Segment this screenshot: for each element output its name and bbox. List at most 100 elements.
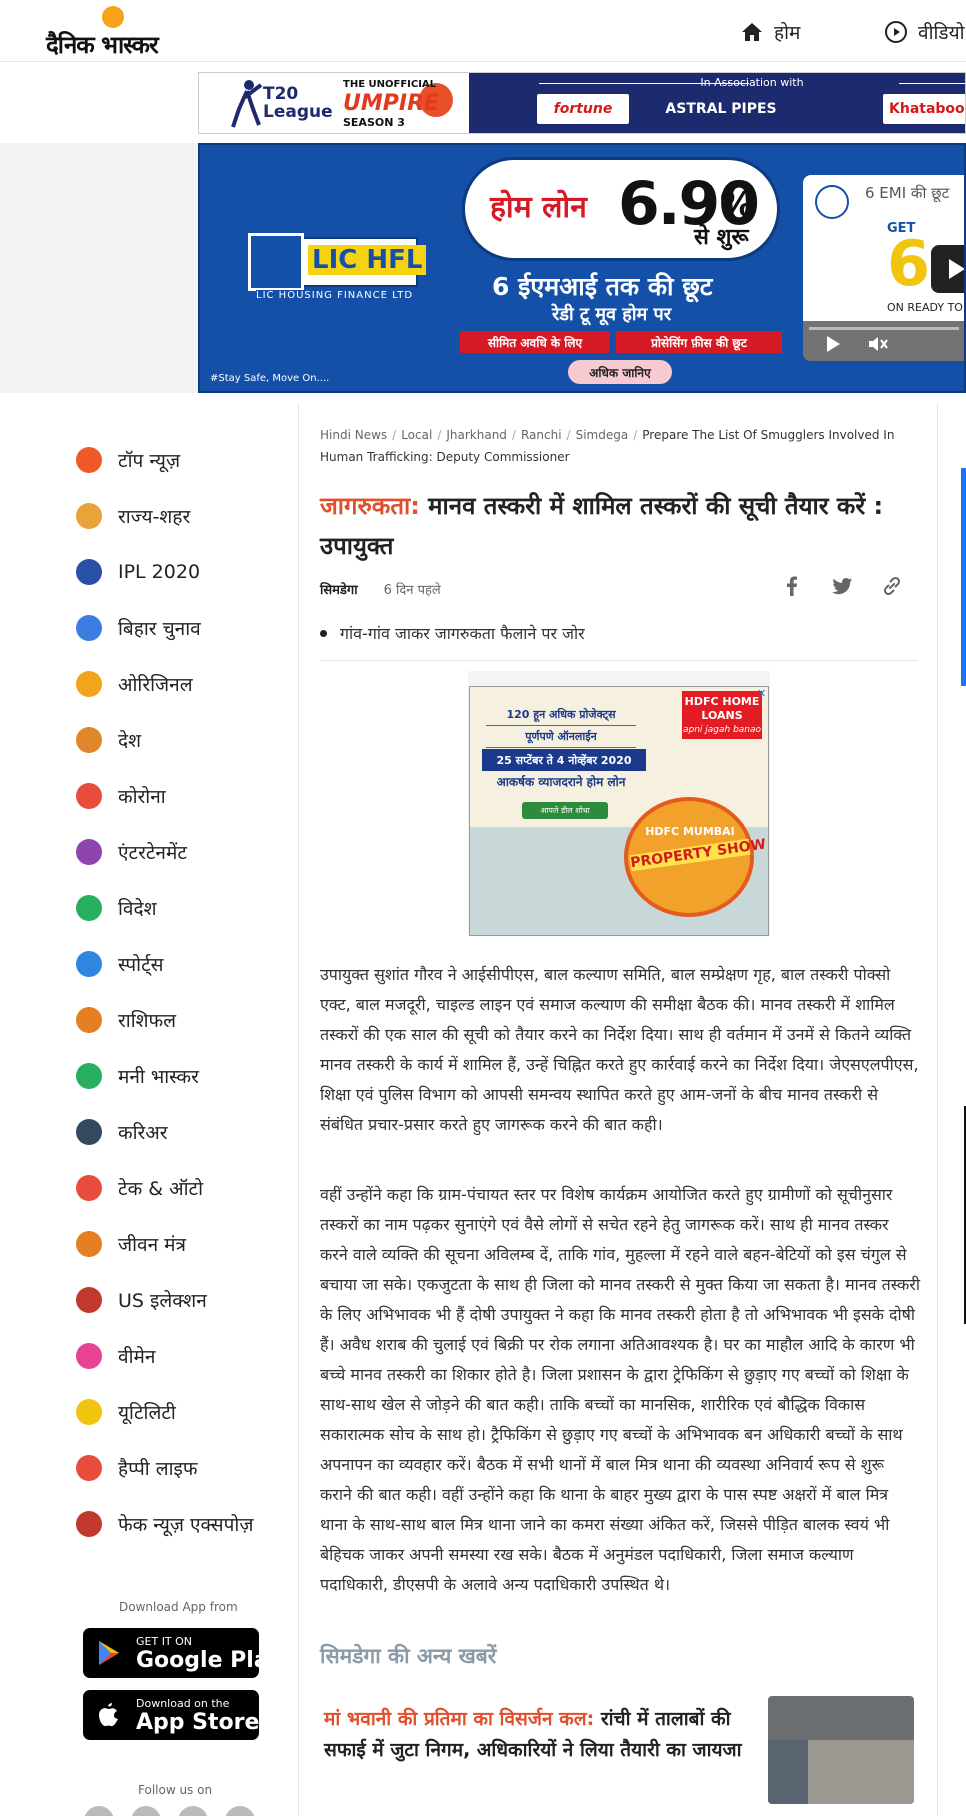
sidebar-item[interactable]: ओरिजिनल	[76, 656, 286, 712]
nav-home[interactable]: होम	[740, 18, 800, 46]
lic-brand: LIC HFL	[308, 245, 427, 275]
sidebar-item[interactable]: टेक & ऑटो	[76, 1160, 286, 1216]
t20-league-banner[interactable]: T20 League THE UNOFFICIAL UMPIRE SEASON …	[198, 72, 966, 134]
app-store-button[interactable]: Download on the App Store	[83, 1690, 259, 1740]
article-highlight: गांव-गांव जाकर जागरुकता फैलाने पर जोर	[320, 622, 918, 661]
right-rail-accent	[961, 468, 966, 686]
unofficial-label: THE UNOFFICIAL	[343, 79, 437, 90]
site-header: दैनिक भास्कर होम वीडियो	[0, 0, 966, 62]
video-progress-bar[interactable]	[809, 327, 959, 330]
ad-video-player[interactable]: 6 EMI की छूट GET 6 ON READY TO	[803, 175, 964, 361]
sidebar-item[interactable]: फेक न्यूज़ एक्सपोज़	[76, 1496, 286, 1552]
breadcrumb-separator: /	[633, 428, 638, 442]
sidebar-item-label: यूटिलिटी	[118, 1402, 176, 1424]
lic-brand-sub: LIC HOUSING FINANCE LTD	[256, 290, 414, 301]
sidebar-item-label: फेक न्यूज़ एक्सपोज़	[118, 1514, 254, 1536]
right-divider	[937, 403, 938, 1816]
related-story-image[interactable]	[768, 1696, 914, 1804]
breadcrumb-link[interactable]: Local	[401, 428, 432, 442]
graduation-cap-icon	[76, 1119, 102, 1145]
virus-icon	[76, 783, 102, 809]
book-icon	[76, 1231, 102, 1257]
hdfc-line2: पूर्णपणे ऑनलाईन	[486, 729, 636, 748]
mute-icon[interactable]	[867, 335, 889, 353]
sidebar-item[interactable]: मनी भास्कर	[76, 1048, 286, 1104]
related-story-link[interactable]: मां भवानी की प्रतिमा का विसर्जन कल: रांच…	[324, 1704, 754, 1766]
emi-offer: 6 ईएमआई तक की छूट	[492, 272, 713, 301]
ad-choices-icon[interactable]: ✕	[757, 687, 766, 700]
city-icon	[76, 503, 102, 529]
copy-link-icon[interactable]	[880, 574, 904, 598]
breadcrumb-separator: /	[511, 428, 516, 442]
home-icon	[740, 20, 764, 44]
video-play-icon[interactable]	[931, 245, 964, 293]
clapper-icon	[76, 839, 102, 865]
video-ready-label: ON READY TO	[887, 301, 963, 314]
sidebar-item[interactable]: IPL 2020	[76, 544, 286, 600]
twitter-social-icon[interactable]	[131, 1806, 161, 1816]
nav-video[interactable]: वीडियो	[884, 18, 965, 46]
sidebar-item[interactable]: राज्य-शहर	[76, 488, 286, 544]
sidebar-item[interactable]: देश	[76, 712, 286, 768]
sidebar-item[interactable]: विदेश	[76, 880, 286, 936]
breadcrumb-separator: /	[437, 428, 442, 442]
google-play-icon	[99, 1641, 119, 1665]
sidebar-item[interactable]: कोरोना	[76, 768, 286, 824]
app-store-big: App Store	[136, 1710, 260, 1735]
breadcrumb-link[interactable]: Hindi News	[320, 428, 387, 442]
sidebar-item[interactable]: US इलेक्शन	[76, 1272, 286, 1328]
sidebar-divider	[298, 403, 299, 1816]
breadcrumb-link[interactable]: Simdega	[576, 428, 629, 442]
women-icon	[76, 1343, 102, 1369]
sidebar-item-label: वीमेन	[118, 1346, 156, 1368]
india-gate-icon	[76, 727, 102, 753]
google-play-button[interactable]: GET IT ON Google Play	[83, 1628, 282, 1678]
sidebar-item-label: विदेश	[118, 898, 157, 920]
sidebar-item[interactable]: एंटरटेनमेंट	[76, 824, 286, 880]
sidebar-item-label: करिअर	[118, 1122, 168, 1144]
sidebar-item[interactable]: बिहार चुनाव	[76, 600, 286, 656]
follow-us-label: Follow us on	[138, 1783, 213, 1797]
sidebar-item[interactable]: टॉप न्यूज़	[76, 432, 286, 488]
nav-video-label: वीडियो	[918, 22, 965, 44]
sidebar-item-label: राज्य-शहर	[118, 506, 191, 528]
more-news-heading: सिमडेगा की अन्य खबरें	[320, 1644, 497, 1668]
dainik-bhaskar-logo[interactable]: दैनिक भास्कर	[46, 6, 186, 59]
breadcrumb-separator: /	[566, 428, 571, 442]
sidebar-item[interactable]: जीवन मंत्र	[76, 1216, 286, 1272]
play-icon[interactable]	[825, 335, 841, 353]
sidebar-item[interactable]: स्पोर्ट्स	[76, 936, 286, 992]
hdfc-logo: HDFC HOME LOANS apni jagah banao	[682, 691, 762, 739]
sidebar-item[interactable]: वीमेन	[76, 1328, 286, 1384]
google-play-big: Google Play	[136, 1648, 283, 1673]
sidebar-item-label: राशिफल	[118, 1010, 177, 1032]
lic-hfl-ad[interactable]: LIC HFL LIC HOUSING FINANCE LTD #Stay Sa…	[198, 143, 966, 393]
facebook-share-icon[interactable]	[780, 574, 804, 598]
sidebar-item[interactable]: यूटिलिटी	[76, 1384, 286, 1440]
sidebar-item[interactable]: हैप्पी लाइफ	[76, 1440, 286, 1496]
processing-fee-tag: प्रोसेसिंग फ़ीस की छूट	[616, 331, 782, 353]
breadcrumb-link[interactable]: Ranchi	[521, 428, 562, 442]
twitter-share-icon[interactable]	[830, 574, 854, 598]
sidebar-item[interactable]: राशिफल	[76, 992, 286, 1048]
article-time: 6 दिन पहले	[383, 583, 441, 598]
play-circle-icon	[884, 20, 908, 44]
limited-period-tag: सीमित अवधि के लिए	[460, 331, 610, 353]
hdfc-logo-text: HDFC HOME LOANS	[684, 695, 760, 722]
know-more-button[interactable]: अधिक जानिए	[568, 360, 672, 384]
hdfc-deal-button[interactable]: आपले डील शोधा	[522, 802, 608, 819]
instagram-social-icon[interactable]	[178, 1806, 208, 1816]
apple-icon	[99, 1703, 118, 1727]
youtube-social-icon[interactable]	[225, 1806, 255, 1816]
hdfc-property-ad[interactable]: 120 हून अधिक प्रोजेक्ट्स पूर्णपणे ऑनलाईन…	[469, 686, 769, 936]
breadcrumb-link[interactable]: Jharkhand	[446, 428, 507, 442]
facebook-social-icon[interactable]	[84, 1806, 114, 1816]
article-place[interactable]: सिमडेगा	[320, 580, 358, 598]
sidebar-item[interactable]: करिअर	[76, 1104, 286, 1160]
fire-icon	[76, 447, 102, 473]
sidebar-item-label: US इलेक्शन	[118, 1290, 207, 1312]
breadcrumb-separator: /	[392, 428, 397, 442]
video-controls	[803, 321, 964, 361]
cricket-icon	[76, 559, 102, 585]
umpire-label: UMPIRE	[343, 91, 440, 116]
